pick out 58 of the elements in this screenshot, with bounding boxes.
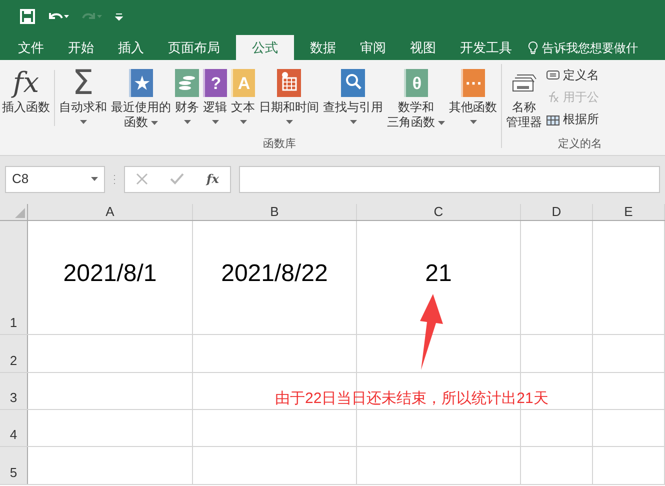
annotation-text: 由于22日当日还未结束，所以统计出21天 — [275, 389, 548, 409]
ribbon-tab[interactable]: 数据 — [298, 35, 348, 60]
sigma-icon: Σ — [72, 67, 94, 99]
ribbon-button[interactable]: ··· 其他函数 — [447, 66, 499, 136]
formula-input[interactable] — [239, 166, 660, 192]
name-manager-button[interactable]: 名称 管理器 — [504, 66, 544, 136]
row-header[interactable]: 2 — [0, 335, 28, 372]
ribbon-tab[interactable]: 文件 — [6, 35, 56, 60]
lightbulb-icon — [528, 40, 538, 54]
name-box[interactable]: C8 — [5, 166, 105, 192]
book-icon: ? — [203, 69, 227, 97]
row-header[interactable]: 1 — [0, 221, 28, 334]
table-cell-text: 21 — [425, 258, 452, 288]
book-icon: ··· — [461, 69, 485, 97]
function-icon: fx — [12, 67, 40, 99]
column-header[interactable]: E — [593, 204, 665, 220]
ribbon-button[interactable]: θ 数学和 三角函数 — [385, 66, 447, 136]
ribbon-tab[interactable]: 插入 — [106, 35, 156, 60]
cancel-icon[interactable] — [136, 173, 148, 185]
group-label: 函数库 — [262, 136, 297, 152]
ribbon-tab[interactable]: 视图 — [398, 35, 448, 60]
customize-toolbar-icon[interactable] — [115, 12, 123, 20]
ribbon-tab[interactable]: 开始 — [56, 35, 106, 60]
ribbon-button[interactable]: 查找与引用 — [321, 66, 385, 136]
ribbon-button[interactable]: ? 逻辑 — [201, 66, 229, 136]
ribbon-tab[interactable]: 页面布局 — [156, 35, 232, 60]
tag-icon — [546, 70, 560, 80]
insert-function-button[interactable]: fx — [206, 170, 219, 188]
ribbon-button[interactable]: ★ 最近使用的 函数 — [109, 66, 173, 136]
book-icon: ★ — [129, 69, 153, 97]
column-header[interactable]: D — [521, 204, 593, 220]
function-icon — [546, 90, 560, 104]
row-header[interactable]: 3 — [0, 373, 28, 409]
ribbon-button[interactable]: fx 插入函数 — [0, 66, 52, 136]
column-header[interactable]: B — [193, 204, 357, 220]
ribbon-button[interactable]: 财务 — [173, 66, 201, 136]
book-icon: θ — [404, 69, 428, 97]
corner-triangle-icon — [15, 208, 25, 218]
ribbon-button[interactable]: A 文本 — [229, 66, 257, 136]
dropdown-caret-icon — [91, 177, 98, 181]
tell-me-field[interactable]: 告诉我您想要做什 — [542, 38, 638, 56]
ribbon-button[interactable]: Σ 自动求和 — [57, 66, 109, 136]
ribbon-tab[interactable]: 开发工具 — [448, 35, 524, 60]
ribbon-small-button[interactable]: 定义名 — [546, 66, 599, 84]
ribbon-tab[interactable]: 审阅 — [348, 35, 398, 60]
ribbon-small-button[interactable]: 根据所 — [546, 110, 599, 128]
checkmark-icon[interactable] — [170, 173, 184, 185]
ribbon-button[interactable]: 日期和时间 — [257, 66, 321, 136]
book-icon: A — [231, 69, 255, 97]
column-header[interactable]: A — [28, 204, 193, 220]
ribbon-tab[interactable]: 公式 — [236, 35, 294, 60]
row-header[interactable]: 4 — [0, 410, 28, 446]
row-header[interactable]: 5 — [0, 447, 28, 484]
group-label: 定义的名 — [557, 136, 602, 152]
table-cell-text: 2021/8/22 — [221, 258, 328, 288]
column-header[interactable]: C — [357, 204, 521, 220]
save-icon[interactable] — [20, 9, 35, 24]
table-cell-text: 2021/8/1 — [63, 258, 157, 288]
